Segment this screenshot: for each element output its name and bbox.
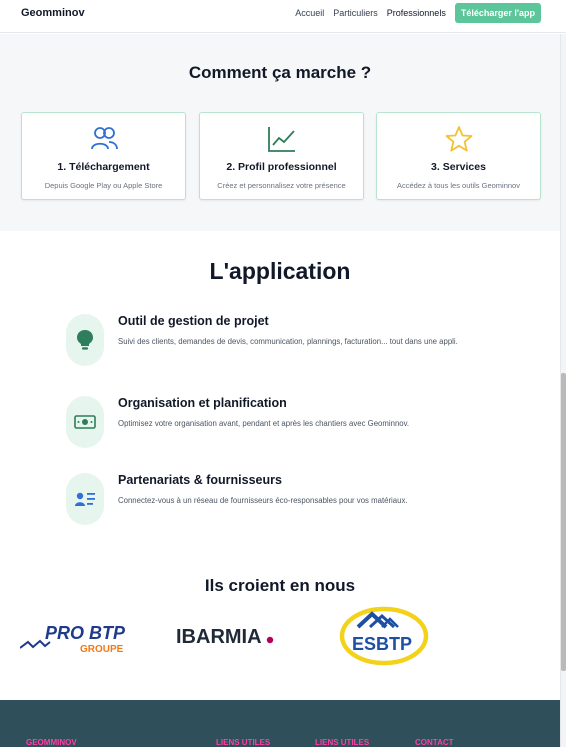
site-footer: GEOMMINOV LIENS UTILES LIENS UTILES CONT…	[0, 700, 560, 747]
svg-text:IBARMIA: IBARMIA	[176, 626, 262, 648]
svg-text:ESBTP: ESBTP	[352, 634, 412, 654]
feature-title: Organisation et planification	[118, 396, 287, 410]
feature-organisation: Organisation et planification Optimisez …	[66, 396, 496, 448]
step-description: Accédez à tous les outils Geominnov	[397, 181, 520, 190]
nav-link-particuliers[interactable]: Particuliers	[333, 8, 378, 18]
download-app-button[interactable]: Télécharger l'app	[454, 3, 541, 23]
probtp-logo: PRO BTP GROUPE	[19, 622, 132, 658]
main-nav: Accueil Particuliers Professionnels Télé…	[295, 3, 541, 23]
how-it-works-title: Comment ça marche ?	[188, 63, 372, 82]
footer-heading-geomminov: GEOMMINOV	[26, 738, 77, 747]
footer-heading-useful-links: LIENS UTILES	[216, 738, 271, 747]
step-title: 1. Téléchargement	[57, 161, 150, 173]
step-description: Depuis Google Play ou Apple Store	[44, 181, 163, 190]
scrollbar-thumb[interactable]	[561, 373, 566, 671]
step-card-profile: 2. Profil professionnel Créez et personn…	[199, 112, 364, 200]
svg-text:GROUPE: GROUPE	[80, 644, 124, 655]
how-it-works-section: Comment ça marche ? 1. Téléchargement De…	[0, 34, 560, 231]
top-navbar: Geomminov Accueil Particuliers Professio…	[0, 0, 566, 33]
footer-heading-useful-links-2: LIENS UTILES	[315, 738, 370, 747]
feature-partnerships: Partenariats & fournisseurs Connectez-vo…	[66, 473, 496, 525]
nav-link-accueil[interactable]: Accueil	[295, 8, 324, 18]
feature-title: Partenariats & fournisseurs	[118, 473, 282, 487]
footer-heading-contact: CONTACT	[415, 738, 454, 747]
esbtp-logo: ESBTP	[334, 605, 430, 667]
feature-description: Optimisez votre organisation avant, pend…	[118, 419, 410, 428]
users-icon	[22, 125, 185, 153]
nav-link-professionnels[interactable]: Professionnels	[387, 8, 446, 18]
contact-list-icon	[66, 473, 104, 525]
feature-description: Suivi des clients, demandes de devis, co…	[118, 337, 458, 346]
chart-line-icon	[200, 125, 363, 153]
step-card-services: 3. Services Accédez à tous les outils Ge…	[376, 112, 541, 200]
star-icon	[377, 125, 540, 153]
partners-title: Ils croient en nous	[204, 576, 356, 595]
application-title: L'application	[209, 258, 351, 284]
step-title: 2. Profil professionnel	[226, 161, 337, 173]
feature-description: Connectez-vous à un réseau de fournisseu…	[118, 496, 408, 505]
svg-text:PRO BTP: PRO BTP	[45, 623, 126, 643]
step-card-download: 1. Téléchargement Depuis Google Play ou …	[21, 112, 186, 200]
step-description: Créez et personnalisez votre présence	[217, 181, 346, 190]
step-title: 3. Services	[431, 161, 486, 173]
lightbulb-icon	[66, 314, 104, 366]
feature-project-management: Outil de gestion de projet Suivi des cli…	[66, 314, 496, 370]
brand-logo-text[interactable]: Geomminov	[21, 7, 85, 19]
money-icon	[66, 396, 104, 448]
feature-title: Outil de gestion de projet	[118, 314, 269, 328]
ibarmia-logo: IBARMIA	[176, 624, 276, 648]
